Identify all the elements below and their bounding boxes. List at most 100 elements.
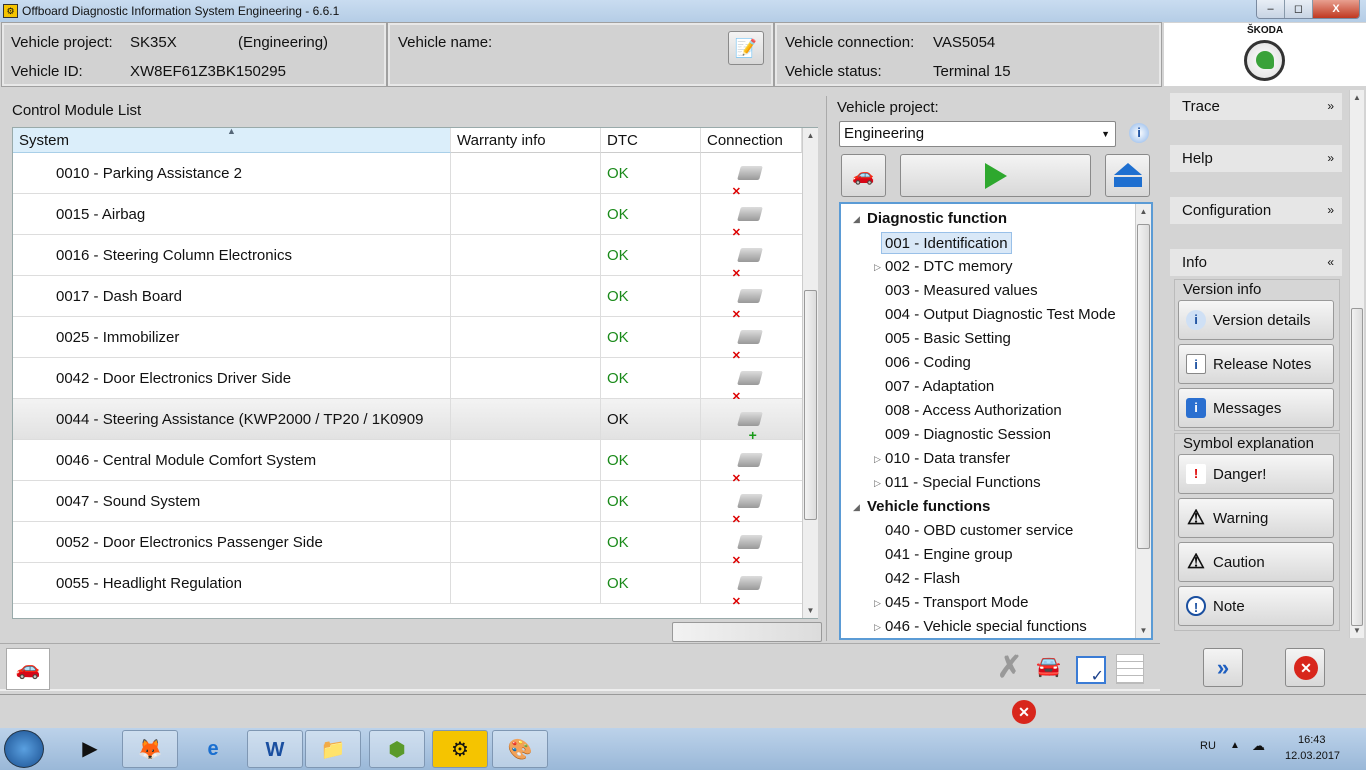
table-row[interactable]: 0047 - Sound System OK ✕ [13, 481, 802, 526]
file-explorer-icon[interactable]: 📁 [305, 730, 361, 768]
firefox-icon[interactable]: 🦊 [122, 730, 178, 768]
show-hidden-icons[interactable]: ▲ [1230, 740, 1240, 751]
caution-button[interactable]: ⚠ Caution [1178, 542, 1334, 582]
tree-item[interactable]: 005 - Basic Setting [885, 328, 1011, 350]
tree-item[interactable]: 042 - Flash [885, 568, 960, 590]
table-scrollbar-thumb[interactable] [804, 290, 817, 520]
odis-service-icon[interactable]: ⬢ [369, 730, 425, 768]
forward-button[interactable]: » [1203, 648, 1243, 687]
expand-icon[interactable]: ▷ [874, 262, 881, 273]
document-info-icon: i [1186, 354, 1206, 374]
exit-button[interactable]: ✕ [1285, 648, 1325, 687]
chevron-down-icon: » [1327, 99, 1334, 113]
table-scrollbar[interactable]: ▲ ▼ [802, 128, 818, 618]
clock-time[interactable]: 16:43 [1298, 734, 1326, 746]
vehicle-tab-car-icon[interactable]: 🚗 [6, 648, 50, 690]
tree-item[interactable]: 041 - Engine group [885, 544, 1013, 566]
bottom-toolbar: 🚗 ✗ 🚘 ✓ [0, 643, 1160, 691]
maximize-button[interactable]: ◻ [1285, 0, 1313, 18]
tree-item[interactable]: 045 - Transport Mode [885, 592, 1028, 614]
tree-item[interactable]: 001 - Identification [881, 232, 1012, 254]
collapse-icon[interactable]: ◢ [853, 214, 860, 225]
dtc-cell: OK [601, 235, 701, 276]
column-header-warranty[interactable]: Warranty info [451, 128, 601, 153]
table-row[interactable]: 0015 - Airbag OK ✕ [13, 194, 802, 239]
table-row[interactable]: 0017 - Dash Board OK ✕ [13, 276, 802, 321]
expand-icon[interactable]: ▷ [874, 454, 881, 465]
media-player-icon[interactable]: ▶ [62, 730, 118, 768]
tree-item[interactable]: 007 - Adaptation [885, 376, 994, 398]
side-scrollbar[interactable]: ▲ ▼ [1349, 90, 1364, 638]
configuration-section[interactable]: Configuration» [1170, 197, 1342, 224]
tree-item[interactable]: 009 - Diagnostic Session [885, 424, 1051, 446]
tree-item[interactable]: 010 - Data transfer [885, 448, 1010, 470]
release-notes-button[interactable]: i Release Notes [1178, 344, 1334, 384]
table-row[interactable]: 0016 - Steering Column Electronics OK ✕ [13, 235, 802, 280]
error-status-icon[interactable]: ✕ [1012, 700, 1036, 724]
tree-item[interactable]: 004 - Output Diagnostic Test Mode [885, 304, 1116, 326]
vehicle-select-button[interactable]: 🚗 [841, 154, 886, 197]
edit-vehicle-name-button[interactable]: 📝 [728, 31, 764, 65]
word-icon[interactable]: W [247, 730, 303, 768]
version-details-button[interactable]: i Version details [1178, 300, 1334, 340]
tree-item[interactable]: 046 - Vehicle special functions [885, 616, 1087, 638]
trace-section[interactable]: Trace» [1170, 93, 1342, 120]
danger-button[interactable]: ! Danger! [1178, 454, 1334, 494]
help-section[interactable]: Help» [1170, 145, 1342, 172]
tree-group[interactable]: Vehicle functions [867, 496, 990, 518]
table-row[interactable]: 0052 - Door Electronics Passenger Side O… [13, 522, 802, 567]
tree-item[interactable]: 040 - OBD customer service [885, 520, 1073, 542]
start-menu-button[interactable] [4, 730, 44, 768]
vehicle-info-box: Vehicle project: SK35X (Engineering) Veh… [1, 22, 387, 87]
tree-item[interactable]: 003 - Measured values [885, 280, 1038, 302]
minimize-button[interactable]: – [1257, 0, 1285, 18]
info-section[interactable]: Info « [1170, 249, 1342, 276]
language-indicator[interactable]: RU [1200, 740, 1216, 752]
column-header-dtc[interactable]: DTC [601, 128, 701, 153]
tree-item[interactable]: 011 - Special Functions [885, 472, 1041, 494]
table-row[interactable]: 0025 - Immobilizer OK ✕ [13, 317, 802, 362]
connection-cell: ✕ [701, 276, 802, 321]
close-button[interactable]: X [1313, 0, 1359, 18]
system-cell: 0017 - Dash Board [13, 276, 451, 317]
tree-group[interactable]: Diagnostic function [867, 208, 1007, 230]
internet-explorer-icon[interactable]: e [185, 730, 241, 768]
info-icon: i [1186, 310, 1206, 330]
expand-icon[interactable]: ▷ [874, 622, 881, 633]
disconnected-module-icon: ✕ [732, 535, 763, 567]
warning-button[interactable]: ⚠ Warning [1178, 498, 1334, 538]
disconnected-module-icon: ✕ [732, 371, 763, 403]
table-row[interactable]: 0042 - Door Electronics Driver Side OK ✕ [13, 358, 802, 403]
dtc-cell: OK [601, 358, 701, 399]
eject-button[interactable] [1105, 154, 1150, 197]
car-gray-icon[interactable]: 🚘 [1036, 654, 1061, 679]
tree-item[interactable]: 008 - Access Authorization [885, 400, 1062, 422]
column-header-connection[interactable]: Connection [701, 128, 802, 153]
checklist-icon[interactable]: ✓ [1076, 656, 1106, 685]
table-row[interactable]: 0044 - Steering Assistance (KWP2000 / TP… [13, 399, 802, 443]
clock-date[interactable]: 12.03.2017 [1285, 750, 1340, 762]
tree-scrollbar-thumb[interactable] [1137, 224, 1150, 549]
vehicle-project-select[interactable]: Engineering ▼ [839, 121, 1116, 147]
table-row[interactable]: 0010 - Parking Assistance 2 OK ✕ [13, 153, 802, 198]
collapse-icon[interactable]: ◢ [853, 502, 860, 513]
grid-table-icon[interactable] [1116, 654, 1144, 684]
horizontal-scrollbar[interactable] [672, 622, 822, 642]
start-button[interactable] [900, 154, 1091, 197]
cross-tools-icon[interactable]: ✗ [997, 650, 1022, 685]
messages-button[interactable]: i Messages [1178, 388, 1334, 428]
odis-engineering-icon[interactable]: ⚙ [432, 730, 488, 768]
expand-icon[interactable]: ▷ [874, 598, 881, 609]
table-row[interactable]: 0055 - Headlight Regulation OK ✕ [13, 563, 802, 608]
system-cell: 0046 - Central Module Comfort System [13, 440, 451, 481]
paint-icon[interactable]: 🎨 [492, 730, 548, 768]
note-button[interactable]: ! Note [1178, 586, 1334, 626]
column-header-system[interactable]: System ▲ [13, 126, 451, 153]
expand-icon[interactable]: ▷ [874, 478, 881, 489]
network-icon[interactable]: ☁ [1252, 738, 1265, 754]
tree-scrollbar[interactable]: ▲ ▼ [1135, 204, 1151, 638]
tree-item[interactable]: 006 - Coding [885, 352, 971, 374]
tree-item[interactable]: 002 - DTC memory [885, 256, 1013, 278]
table-row[interactable]: 0046 - Central Module Comfort System OK … [13, 440, 802, 485]
info-icon[interactable]: i [1129, 123, 1149, 143]
